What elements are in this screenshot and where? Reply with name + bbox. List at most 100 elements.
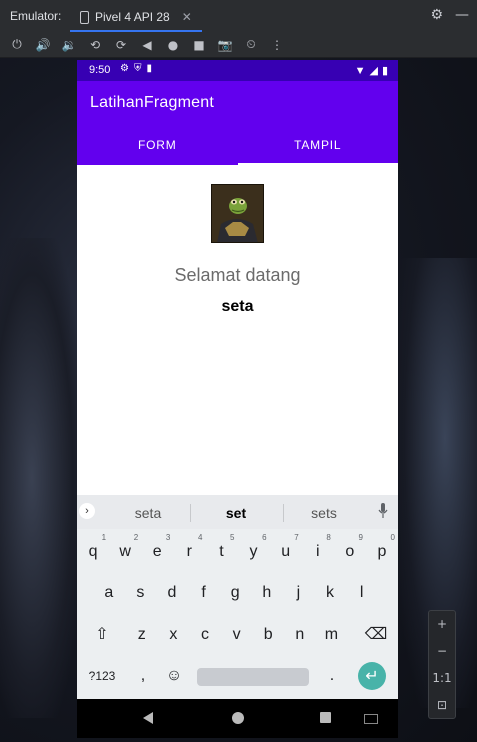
tab-bar: FORM TAMPIL [77, 125, 398, 165]
key-hint: 1 [101, 533, 107, 542]
suggestion-2[interactable]: set [201, 505, 271, 521]
enter-key[interactable]: ↵ [358, 662, 386, 690]
key-f[interactable]: f [188, 573, 220, 613]
key-label: e [152, 543, 162, 560]
overview-icon[interactable]: ■ [191, 38, 207, 52]
microphone-icon[interactable] [378, 503, 388, 519]
key-r[interactable]: r4 [173, 532, 205, 572]
key-e[interactable]: e3 [141, 532, 173, 572]
key-w[interactable]: w2 [109, 532, 141, 572]
status-time: 9:50 [89, 64, 111, 76]
keyboard-switch-icon[interactable] [364, 714, 378, 724]
key-i[interactable]: i8 [302, 532, 334, 572]
emoji-icon[interactable]: ☺ [160, 656, 188, 696]
fragment-content: Selamat datang seta [77, 165, 398, 495]
key-n[interactable]: n [284, 615, 316, 655]
backspace-key[interactable]: ⌫ [361, 615, 391, 655]
nav-recents-icon[interactable] [320, 712, 331, 723]
key-g[interactable]: g [219, 573, 251, 613]
key-o[interactable]: o9 [334, 532, 366, 572]
key-hint: 0 [390, 533, 395, 542]
minimize-icon[interactable]: — [455, 7, 469, 23]
power-icon[interactable]: ⏻ [9, 37, 25, 52]
comma-key[interactable]: , [129, 656, 157, 696]
key-hint: 6 [262, 533, 267, 542]
key-hint: 3 [165, 533, 171, 542]
close-tab-icon[interactable]: ✕ [182, 10, 192, 24]
shift-key[interactable]: ⇧ [87, 615, 117, 655]
keyboard-row-4: ?123 , ☺ . ↵ [77, 656, 398, 696]
key-p[interactable]: p0 [366, 532, 398, 572]
device-tab-label: Pivel 4 API 28 [95, 10, 170, 24]
more-icon[interactable]: ⋮ [269, 38, 285, 52]
key-q[interactable]: q1 [77, 532, 109, 572]
tab-form[interactable]: FORM [77, 125, 238, 165]
wifi-icon: ▼ [354, 64, 366, 77]
key-j[interactable]: j [283, 573, 315, 613]
settings-gear-icon[interactable]: ⚙ [430, 7, 443, 23]
period-key[interactable]: . [318, 656, 346, 696]
keyboard-row-2: asdfghjkl [77, 573, 398, 613]
rotate-right-icon[interactable]: ⟳ [113, 38, 129, 52]
back-icon[interactable]: ◀ [139, 38, 155, 52]
soft-keyboard: › seta set sets q1w2e3r4t5y6u7i8o9p0 asd… [77, 495, 398, 699]
suggestion-3[interactable]: sets [289, 505, 359, 521]
volume-up-icon[interactable]: 🔊 [35, 38, 51, 52]
keyboard-row-3: ⇧ ⌫ zxcvbnm [77, 615, 398, 655]
key-d[interactable]: d [156, 573, 188, 613]
fit-screen-icon[interactable]: ⊡ [437, 698, 447, 712]
sd-card-icon: ▮ [146, 63, 152, 74]
volume-down-icon[interactable]: 🔉 [61, 38, 77, 52]
key-t[interactable]: t5 [205, 532, 237, 572]
key-h[interactable]: h [251, 573, 283, 613]
actual-size-button[interactable]: 1:1 [432, 671, 451, 685]
key-label: r [186, 543, 192, 560]
divider [283, 504, 284, 522]
snapshot-icon[interactable]: ⏲ [243, 37, 259, 52]
key-label: t [219, 543, 224, 560]
device-icon [80, 10, 89, 24]
phone-screen: 9:50 ⚙ ⛨ ▮ ▼ ◢ ▮ LatihanFragment FORM TA… [77, 60, 398, 738]
key-v[interactable]: v [221, 615, 253, 655]
suggestion-strip: › seta set sets [77, 495, 398, 529]
key-label: q [88, 543, 98, 560]
zoom-in-icon[interactable]: + [437, 617, 447, 631]
key-m[interactable]: m [316, 615, 348, 655]
zoom-out-icon[interactable]: − [437, 644, 447, 658]
key-hint: 4 [197, 533, 203, 542]
divider [190, 504, 191, 522]
key-label: w [119, 543, 131, 560]
emulator-title-bar: Emulator: Pivel 4 API 28 ✕ ⚙ — [0, 0, 477, 32]
key-y[interactable]: y6 [238, 532, 270, 572]
tab-tampil[interactable]: TAMPIL [237, 125, 399, 165]
key-a[interactable]: a [93, 573, 125, 613]
app-bar: LatihanFragment [77, 81, 398, 125]
app-title: LatihanFragment [90, 94, 214, 111]
rotate-left-icon[interactable]: ⟲ [87, 38, 103, 52]
nav-home-icon[interactable] [232, 712, 244, 724]
home-icon[interactable]: ● [165, 38, 181, 52]
camera-icon[interactable]: 📷 [217, 38, 233, 52]
emulator-toolbar: ⏻ 🔊 🔉 ⟲ ⟳ ◀ ● ■ 📷 ⏲ ⋮ [0, 32, 477, 58]
keyboard-row-1: q1w2e3r4t5y6u7i8o9p0 [77, 532, 398, 572]
zoom-panel: + − 1:1 ⊡ [428, 610, 456, 719]
key-z[interactable]: z [126, 615, 158, 655]
symbols-key[interactable]: ?123 [85, 656, 119, 696]
key-k[interactable]: k [314, 573, 346, 613]
key-c[interactable]: c [189, 615, 221, 655]
chevron-right-icon[interactable]: › [79, 503, 95, 519]
key-label: o [345, 543, 355, 560]
key-x[interactable]: x [158, 615, 190, 655]
space-key[interactable] [197, 668, 309, 686]
key-b[interactable]: b [252, 615, 284, 655]
signal-icon: ◢ [369, 65, 378, 77]
status-bar: 9:50 ⚙ ⛨ ▮ ▼ ◢ ▮ [77, 60, 398, 81]
suggestion-1[interactable]: seta [113, 505, 183, 521]
key-s[interactable]: s [125, 573, 157, 613]
device-tab[interactable]: Pivel 4 API 28 ✕ [70, 4, 202, 32]
key-hint: 8 [326, 533, 331, 542]
battery-icon: ▮ [381, 65, 388, 77]
key-l[interactable]: l [346, 573, 378, 613]
key-u[interactable]: u7 [270, 532, 302, 572]
nav-back-icon[interactable] [143, 712, 153, 724]
